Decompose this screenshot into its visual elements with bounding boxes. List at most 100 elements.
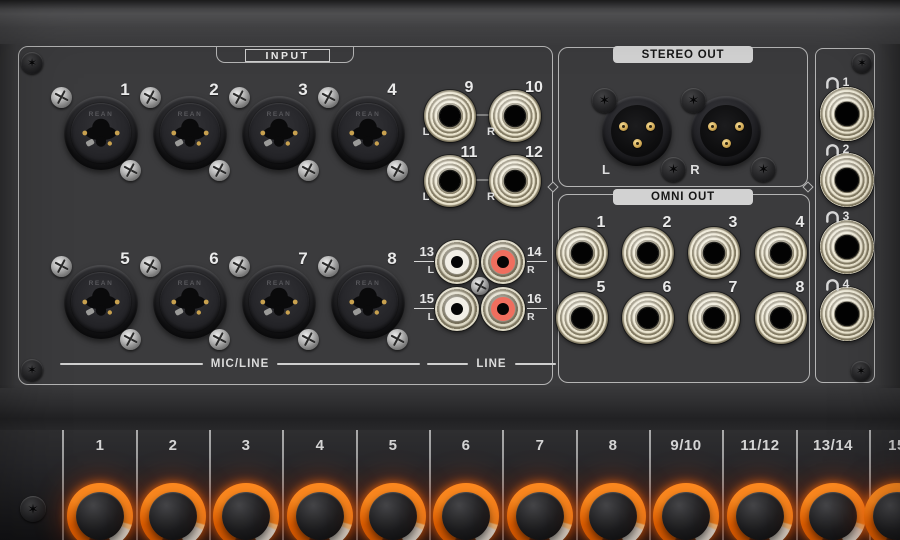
- channel-label-3: 3: [216, 437, 276, 454]
- phillips-screw: [387, 160, 408, 181]
- channel-label-4: 4: [290, 437, 350, 454]
- gain-knob-13-14[interactable]: [800, 483, 866, 540]
- combo-jack-hole: [346, 282, 390, 322]
- phones-label-1: 1: [818, 75, 856, 89]
- phillips-screw: [229, 256, 250, 277]
- gain-knob-8[interactable]: [580, 483, 646, 540]
- section-label-input: INPUT: [245, 49, 330, 62]
- strip-separator: [576, 430, 578, 540]
- omni-jack-2: [622, 227, 674, 279]
- torx-screw: [21, 52, 43, 74]
- omni-jack-5: [556, 292, 608, 344]
- gain-knob-4[interactable]: [287, 483, 353, 540]
- right-edge-shade: [877, 44, 900, 388]
- gain-knob-15[interactable]: [864, 483, 900, 540]
- rca-jack-16: [481, 287, 525, 331]
- rule-line: [60, 363, 203, 365]
- jack-number: 6: [654, 279, 680, 297]
- headphones-icon: [825, 210, 840, 223]
- knob-cap: [442, 492, 490, 540]
- knob-cap: [222, 492, 270, 540]
- combo-jack-7: REAN: [242, 265, 316, 339]
- channel-label-5: 5: [363, 437, 423, 454]
- jack-number: 10: [521, 79, 547, 97]
- combo-jack-hole: [168, 113, 212, 153]
- jack-number: 8: [787, 279, 813, 297]
- combo-jack-8: REAN: [331, 265, 405, 339]
- strip-separator: [722, 430, 724, 540]
- jack-number: 12: [521, 144, 547, 162]
- chassis-top-edge: [0, 0, 900, 46]
- gain-knob-5[interactable]: [360, 483, 426, 540]
- gain-knob-7[interactable]: [507, 483, 573, 540]
- torx-screw: [852, 53, 872, 73]
- knob-cap: [369, 492, 417, 540]
- rca-jack-13: [435, 240, 479, 284]
- channel-label-7: 7: [510, 437, 570, 454]
- phillips-screw: [318, 87, 339, 108]
- rca-label-15: 15 L: [404, 293, 434, 322]
- phillips-screw: [471, 277, 489, 295]
- strip-separator: [209, 430, 211, 540]
- gain-knob-9-10[interactable]: [653, 483, 719, 540]
- combo-jack-2: REAN: [153, 96, 227, 170]
- omni-jack-6: [622, 292, 674, 344]
- knob-cap: [296, 492, 344, 540]
- jack-number: 1: [588, 214, 614, 232]
- phillips-screw: [298, 329, 319, 350]
- strip-separator: [62, 430, 64, 540]
- combo-jack-hole: [168, 282, 212, 322]
- phillips-screw: [318, 256, 339, 277]
- gain-knob-1[interactable]: [67, 483, 133, 540]
- phillips-screw: [51, 256, 72, 277]
- rca-label-16: 16 R: [527, 293, 557, 322]
- channel-label-1: 1: [70, 437, 130, 454]
- xlr-pin: [735, 122, 744, 131]
- strip-separator: [136, 430, 138, 540]
- strip-separator: [796, 430, 798, 540]
- channel-label-15: 15: [867, 437, 900, 454]
- combo-jack-1: REAN: [64, 96, 138, 170]
- torx-screw: [681, 88, 706, 113]
- strip-separator: [649, 430, 651, 540]
- rule-line: [527, 261, 547, 263]
- knob-cap: [516, 492, 564, 540]
- headphones-icon: [825, 278, 840, 291]
- rca-ring: [491, 250, 515, 274]
- omni-jack-8: [755, 292, 807, 344]
- torx-screw: [661, 157, 686, 182]
- rule-line: [277, 363, 420, 365]
- omni-jack-4: [755, 227, 807, 279]
- torx-screw: [592, 88, 617, 113]
- phillips-screw: [298, 160, 319, 181]
- rca-label-13: 13 L: [404, 246, 434, 275]
- omni-jack-7: [688, 292, 740, 344]
- jack-number: 9: [456, 79, 482, 97]
- side-label: R: [483, 126, 499, 138]
- channel-label-6: 6: [436, 437, 496, 454]
- phillips-screw: [140, 87, 161, 108]
- combo-jack-hole: [346, 113, 390, 153]
- channel-label-9-10: 9/10: [656, 437, 716, 454]
- gain-knob-2[interactable]: [140, 483, 206, 540]
- gain-knob-11-12[interactable]: [727, 483, 793, 540]
- phones-jack-1: [820, 87, 874, 141]
- channel-label-11-12: 11/12: [730, 437, 790, 454]
- omni-jack-1: [556, 227, 608, 279]
- jack-number: 3: [288, 80, 318, 100]
- phones-label-4: 4: [818, 277, 856, 291]
- xlr-pin: [646, 122, 655, 131]
- jack-number: 5: [110, 249, 140, 269]
- left-edge-shade: [0, 44, 17, 388]
- gain-knob-6[interactable]: [433, 483, 499, 540]
- jack-number: 7: [720, 279, 746, 297]
- phillips-screw: [120, 329, 141, 350]
- side-label: L: [598, 162, 614, 177]
- side-label: L: [418, 126, 434, 138]
- omni-jack-3: [688, 227, 740, 279]
- rca-ring: [445, 250, 469, 274]
- strip-separator: [429, 430, 431, 540]
- phones-jack-4: [820, 287, 874, 341]
- gain-knob-3[interactable]: [213, 483, 279, 540]
- rca-ring: [491, 297, 515, 321]
